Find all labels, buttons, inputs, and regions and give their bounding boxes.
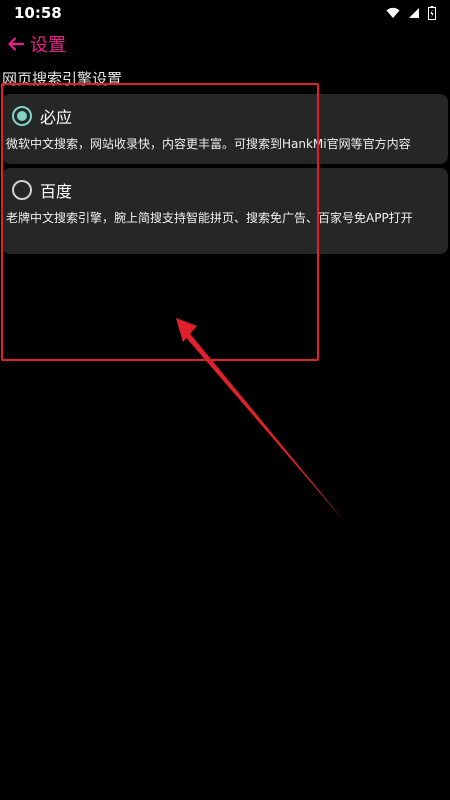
settings-screen: 10:58 设置 网页搜索引擎设置 必应 微软中文搜索，网站收录快，内容更丰富。… <box>0 0 450 800</box>
annotation-arrow <box>176 318 345 522</box>
